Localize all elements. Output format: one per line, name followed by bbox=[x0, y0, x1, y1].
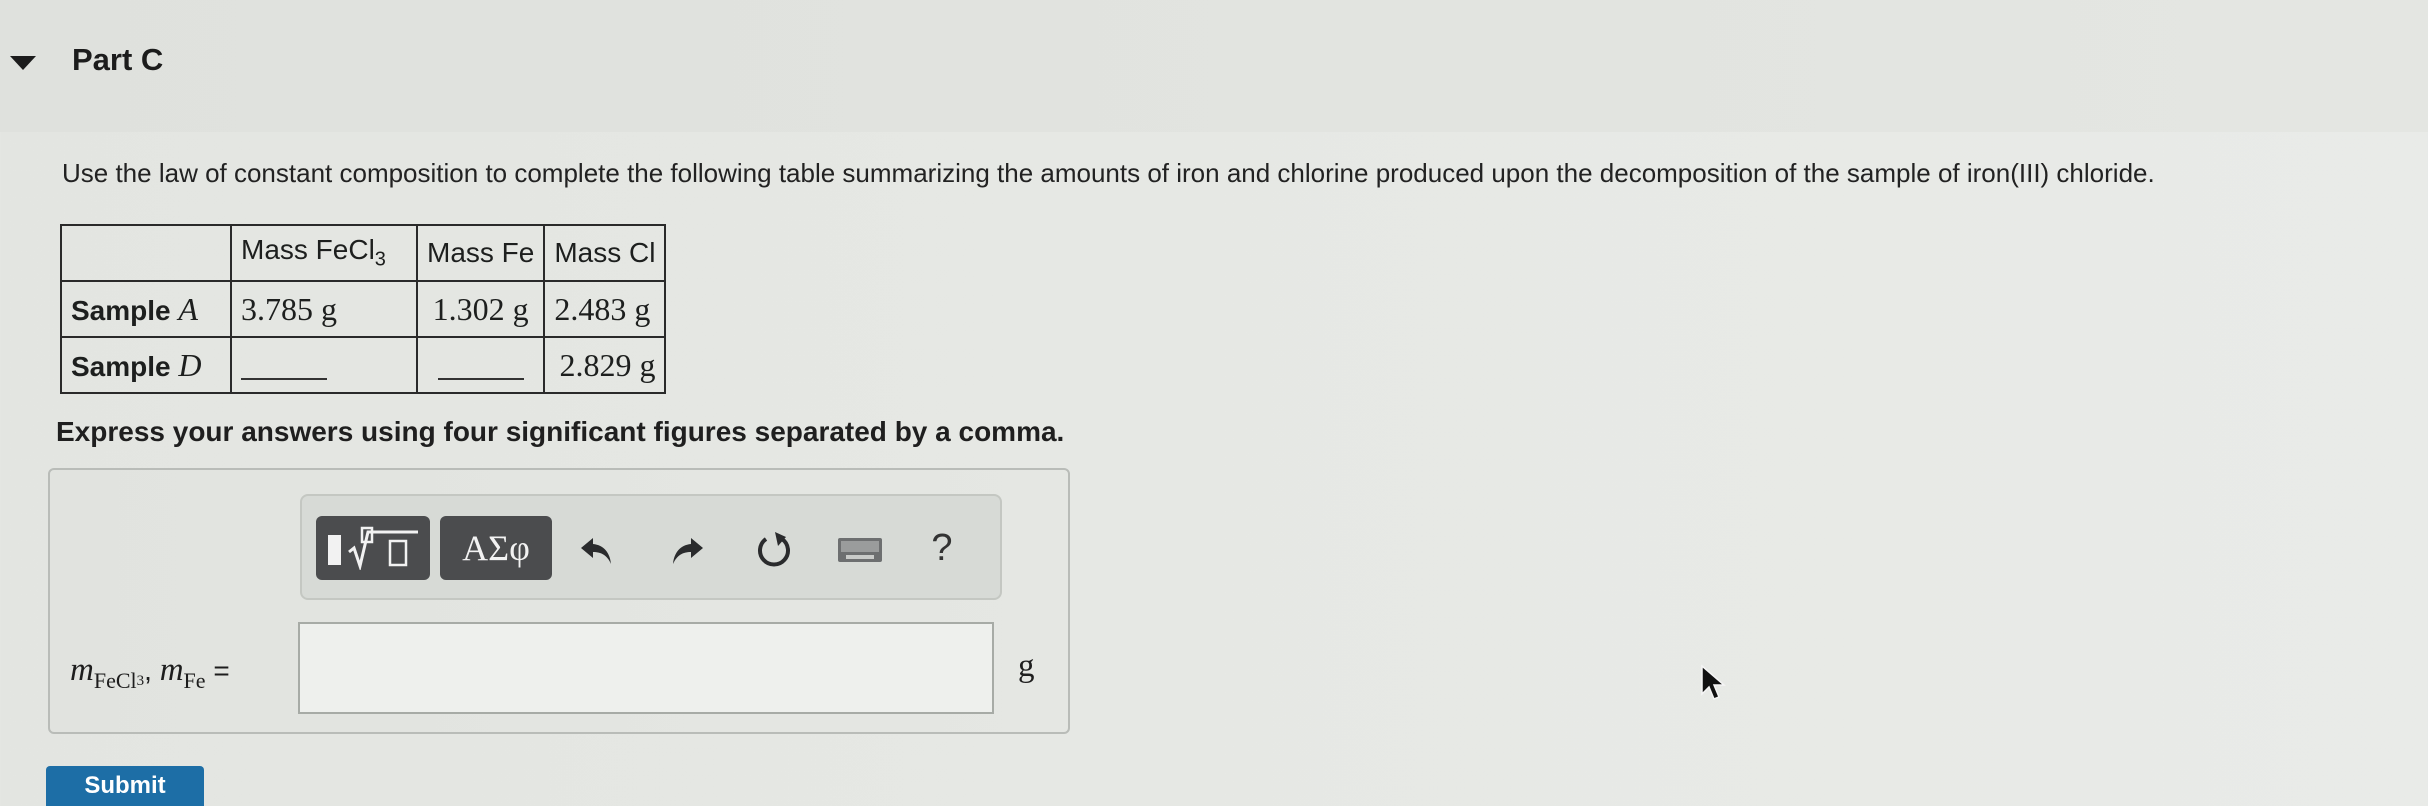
answer-instructions: Express your answers using four signific… bbox=[56, 416, 1065, 447]
question-instructions: Use the law of constant composition to c… bbox=[62, 158, 2155, 188]
keyboard-button[interactable] bbox=[828, 524, 892, 576]
reset-button[interactable] bbox=[744, 520, 804, 580]
cell-sample-a-mass-fe: 1.302 g bbox=[415, 280, 546, 338]
undo-button[interactable] bbox=[570, 522, 626, 578]
unit-label: g bbox=[1018, 648, 1035, 684]
collapse-triangle-icon[interactable] bbox=[10, 56, 36, 70]
greek-letters-button[interactable]: ΑΣφ bbox=[440, 516, 552, 580]
part-title: Part C bbox=[72, 42, 164, 77]
math-toolbar: ΑΣφ ? bbox=[300, 494, 1002, 600]
table-header-empty bbox=[60, 224, 232, 282]
blank-line bbox=[241, 356, 327, 381]
mouse-cursor-icon bbox=[1701, 664, 1727, 700]
reset-icon bbox=[758, 532, 790, 567]
row-label-sample-d: Sample D bbox=[60, 336, 232, 394]
answer-label: mFeCl3, mFe = bbox=[70, 652, 230, 693]
cell-sample-d-mass-fe bbox=[415, 336, 546, 394]
cell-sample-d-mass-cl: 2.829 g bbox=[543, 336, 667, 394]
table-header-mass-fecl3: Mass FeCl3 bbox=[230, 224, 418, 282]
table-header-mass-fe: Mass Fe bbox=[415, 224, 546, 282]
help-button[interactable]: ? bbox=[912, 518, 972, 578]
submit-button[interactable]: Submit bbox=[46, 766, 204, 806]
blank-line bbox=[437, 356, 524, 381]
table-header-row: Mass FeCl3 Mass Fe Mass Cl bbox=[60, 224, 667, 282]
templates-icon bbox=[328, 526, 418, 570]
keyboard-icon bbox=[838, 538, 882, 562]
templates-button[interactable] bbox=[316, 516, 430, 580]
row-label-sample-a: Sample A bbox=[60, 280, 232, 338]
table-header-mass-cl: Mass Cl bbox=[543, 224, 667, 282]
cell-sample-a-mass-cl: 2.483 g bbox=[543, 280, 667, 338]
part-header[interactable]: Part C bbox=[0, 0, 2428, 132]
undo-icon bbox=[581, 538, 611, 564]
cell-sample-d-mass-fecl3 bbox=[230, 336, 418, 394]
table-row: Sample D 2.829 g bbox=[60, 336, 667, 394]
cell-sample-a-mass-fecl3: 3.785 g bbox=[230, 280, 418, 338]
table-row: Sample A 3.785 g 1.302 g 2.483 g bbox=[60, 280, 667, 338]
redo-button[interactable] bbox=[658, 522, 714, 578]
answer-input[interactable] bbox=[298, 622, 994, 714]
composition-table: Mass FeCl3 Mass Fe Mass Cl Sample A 3.78… bbox=[60, 224, 667, 394]
redo-icon bbox=[673, 538, 703, 564]
